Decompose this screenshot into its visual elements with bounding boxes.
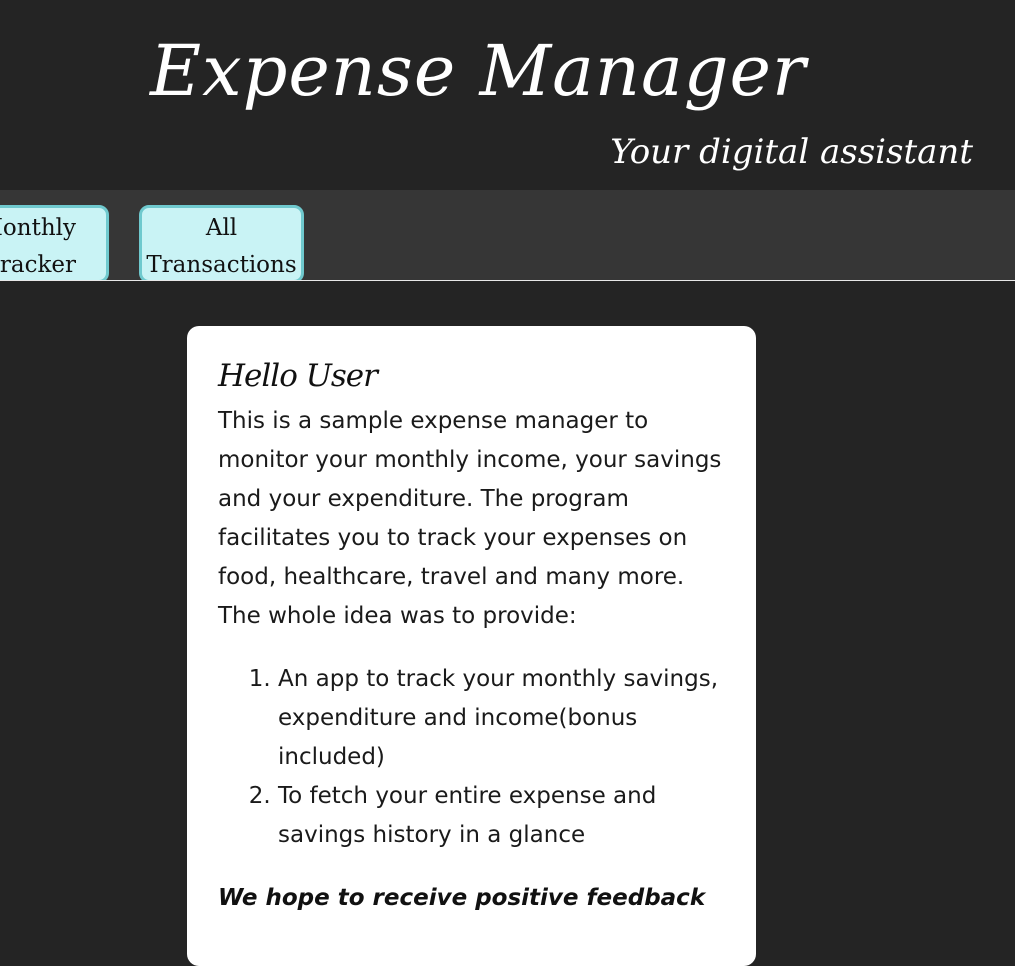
tab-monthly-tracker[interactable]: Monthly Tracker (0, 205, 109, 280)
app-subtitle: Your digital assistant (610, 132, 973, 172)
tab-monthly-tracker-line2: Tracker (0, 252, 76, 278)
goals-list: An app to track your monthly savings, ex… (218, 660, 725, 855)
tab-all-transactions-line2: Transactions (146, 252, 297, 278)
app-title: Expense Manager (150, 30, 807, 112)
goal-item: An app to track your monthly savings, ex… (278, 660, 725, 777)
tab-all-transactions[interactable]: All Transactions (139, 205, 304, 280)
welcome-card: Hello User This is a sample expense mana… (187, 326, 756, 966)
feedback-text: We hope to receive positive feedback (218, 885, 706, 911)
nav-bar: Monthly Tracker All Transactions (0, 190, 1015, 281)
welcome-heading: Hello User (218, 358, 378, 394)
tab-monthly-tracker-line1: Monthly (0, 215, 76, 241)
goal-item: To fetch your entire expense and savings… (278, 777, 725, 855)
welcome-intro: This is a sample expense manager to moni… (218, 408, 722, 629)
app-header: Expense Manager Your digital assistant (0, 0, 1015, 190)
tab-all-transactions-line1: All (205, 215, 238, 241)
